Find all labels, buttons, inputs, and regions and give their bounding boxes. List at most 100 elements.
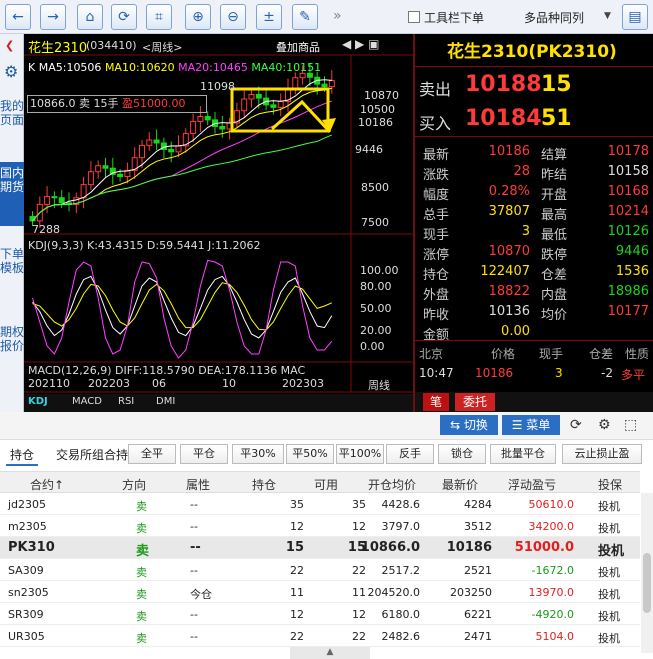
nav-my-page[interactable]: 我的页面 — [0, 96, 24, 156]
quote-label: 内盘 — [541, 288, 568, 303]
price-axis-label: 10870 — [364, 89, 399, 102]
back-icon[interactable]: ← — [5, 4, 31, 30]
table-cell: 35 — [290, 498, 304, 511]
nav-option-quote[interactable]: 期权报价 — [0, 322, 24, 384]
refresh-icon[interactable]: ⟳ — [570, 417, 582, 433]
tab-exchange-combo[interactable]: 交易所组合持 — [52, 444, 132, 466]
table-row[interactable]: sn2305 卖今仓 11 11 204520.0 203250 13970.0 投机 — [0, 581, 640, 603]
ma-label: K — [28, 61, 39, 74]
scrollbar[interactable] — [641, 493, 653, 653]
col-header[interactable]: 浮动盈亏 — [508, 476, 556, 493]
calc-icon[interactable]: ± — [256, 4, 282, 30]
table-cell: 13970.0 — [528, 586, 575, 599]
quote-value: 28 — [513, 164, 530, 179]
overlay-dropdown[interactable]: 叠加商品 — [276, 39, 320, 55]
candle — [190, 120, 197, 134]
table-cell: 卖 — [136, 544, 150, 559]
chevron-down-icon[interactable]: ▼ — [604, 11, 611, 21]
col-header[interactable]: 属性 — [186, 476, 210, 493]
table-row[interactable]: PK310 卖 -- 15 15 10866.0 10186 51000.0 投机 — [0, 537, 640, 559]
table-cell: 10186 — [446, 540, 492, 555]
table-cell: SA309 — [8, 564, 44, 577]
tick-header: 仓差 — [589, 347, 614, 361]
multi-column-select[interactable]: 多品种同列 — [524, 9, 584, 26]
col-header[interactable]: 投保 — [598, 476, 622, 493]
date-label: 202303 — [282, 377, 324, 390]
quote-label: 最高 — [541, 208, 568, 223]
table-row[interactable]: SR309 卖 -- 12 12 6180.0 6221 -4920.0 投机 — [0, 603, 640, 625]
close-all-button[interactable]: 全平 — [128, 444, 176, 464]
col-header[interactable]: 最新价 — [442, 476, 478, 493]
period-tag[interactable]: 周线 — [368, 377, 390, 393]
quote-value: 10870 — [488, 244, 530, 259]
table-cell: 4428.6 — [381, 498, 421, 511]
quote-label: 开盘 — [541, 188, 568, 203]
kline-chart[interactable]: 花生2310 (034410) <周线> 叠加商品 ◀ ▶ ▣ K MA5:10… — [24, 34, 413, 412]
gear-icon[interactable]: ⚙ — [4, 62, 18, 81]
menu-button[interactable]: ☰ 菜单 — [502, 415, 560, 435]
nav-domestic-futures[interactable]: 国内期货 — [0, 162, 24, 226]
reverse-button[interactable]: 反手 — [386, 444, 434, 464]
table-row[interactable]: m2305 卖 -- 12 12 3797.0 3512 34200.0 投机 — [0, 515, 640, 537]
close-30-button[interactable]: 平30% — [232, 444, 284, 464]
close-50-button[interactable]: 平50% — [286, 444, 334, 464]
tick-time: 10:47 — [419, 366, 454, 380]
table-cell: -- — [190, 498, 198, 511]
col-header[interactable]: 合约↑ — [30, 476, 64, 493]
quote-row: 涨跌 28 昨结 10158 — [415, 162, 653, 183]
sell-price[interactable]: 10188 — [465, 72, 542, 97]
tab-macd[interactable]: MACD — [72, 396, 102, 407]
nav-order-template[interactable]: 下单模板 — [0, 244, 24, 306]
price-low-label: 7288 — [32, 223, 60, 236]
tick-header: 现手 — [539, 347, 564, 361]
close-button[interactable]: 平仓 — [180, 444, 228, 464]
lock-button[interactable]: 锁仓 — [438, 444, 486, 464]
table-cell: 204520.0 — [367, 586, 421, 599]
table-cell: 2521 — [464, 564, 492, 577]
toolbar-order-checkbox[interactable] — [408, 11, 420, 23]
chart-nav-icons[interactable]: ◀ ▶ ▣ — [342, 37, 379, 51]
table-row[interactable]: SA309 卖 -- 22 22 2517.2 2521 -1672.0 投机 — [0, 559, 640, 581]
table-cell: 35 — [352, 498, 366, 511]
close-100-button[interactable]: 平100% — [336, 444, 384, 464]
switch-button[interactable]: ⇆ 切换 — [440, 415, 498, 435]
indicator-tabs: KDJ MACD RSI DMI — [24, 394, 413, 412]
table-row[interactable]: jd2305 卖 -- 35 35 4428.6 4284 50610.0 投机 — [0, 493, 640, 515]
tab-dmi[interactable]: DMI — [156, 396, 175, 407]
zoom-in-icon[interactable]: ⊕ — [185, 4, 211, 30]
col-header[interactable]: 可用 — [314, 476, 338, 493]
quote-value: 122407 — [480, 264, 530, 279]
chevron-up-icon[interactable]: ▲ — [290, 647, 370, 659]
tab-order[interactable]: 委托 — [455, 393, 495, 411]
ma-line — [32, 134, 332, 222]
quote-label: 最低 — [541, 228, 568, 243]
tab-kdj[interactable]: KDJ — [28, 396, 48, 407]
settings-icon[interactable]: ⚙ — [598, 417, 611, 433]
tab-tick[interactable]: 笔 — [423, 393, 449, 411]
col-header[interactable]: 开仓均价 — [368, 476, 416, 493]
quote-value: 10136 — [488, 304, 530, 319]
kdj-label: KDJ(9,3,3) K:43.4315 D:59.5441 J:11.2062 — [28, 239, 261, 252]
forward-icon[interactable]: → — [40, 4, 66, 30]
home-icon[interactable]: ⌂ — [77, 4, 103, 30]
col-header[interactable]: 持仓 — [252, 476, 276, 493]
crop-icon[interactable]: ⌗ — [146, 4, 172, 30]
more-icon[interactable]: » — [333, 8, 342, 24]
tab-positions[interactable]: 持仓 — [6, 444, 39, 466]
buy-price[interactable]: 10184 — [465, 106, 542, 131]
expand-icon[interactable]: ⬚ — [624, 417, 637, 433]
profit-label: 盈51000.00 — [121, 97, 186, 110]
zoom-out-icon[interactable]: ⊖ — [220, 4, 246, 30]
table-row[interactable]: UR305 卖 -- 22 22 2482.6 2471 5104.0 投机 — [0, 625, 640, 647]
table-cell: 12 — [352, 608, 366, 621]
refresh-icon[interactable]: ⟳ — [111, 4, 137, 30]
col-header[interactable]: 方向 — [122, 476, 146, 493]
pen-icon[interactable]: ✎ — [292, 4, 318, 30]
layout-icon[interactable]: ▤ — [622, 4, 648, 30]
table-cell: jd2305 — [8, 498, 47, 511]
cloud-stop-button[interactable]: 云止损止盈 — [562, 444, 642, 464]
batch-close-button[interactable]: 批量平仓 — [490, 444, 556, 464]
quote-value: 10168 — [607, 184, 649, 199]
tab-rsi[interactable]: RSI — [118, 396, 134, 407]
collapse-icon[interactable]: ❮ — [5, 39, 14, 52]
